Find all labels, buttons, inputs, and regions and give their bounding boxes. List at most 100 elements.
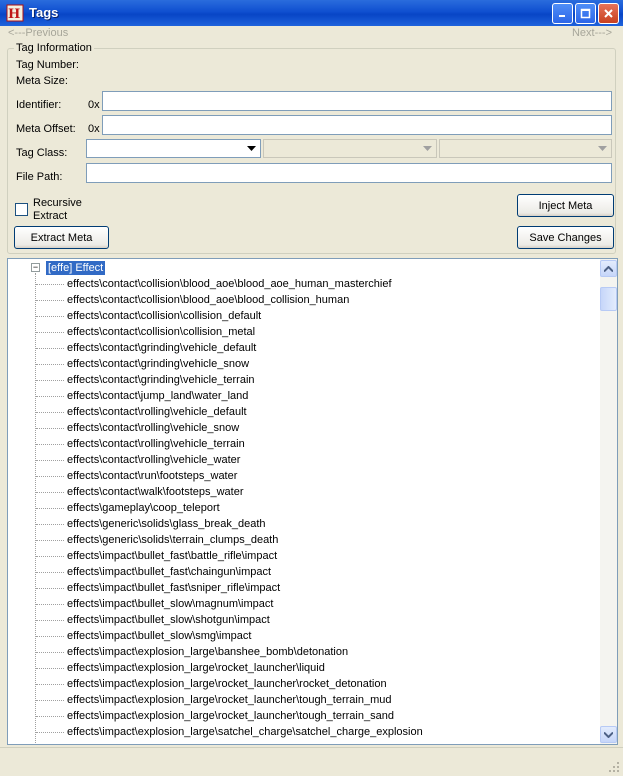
scroll-up-button[interactable]: [600, 260, 617, 277]
collapse-icon[interactable]: −: [31, 263, 40, 272]
tree-item-label[interactable]: effects\contact\rolling\vehicle_water: [67, 452, 240, 468]
meta-offset-label: Meta Offset:: [16, 123, 76, 135]
tag-subclass-combo-2[interactable]: [439, 139, 612, 158]
tree-item[interactable]: effects\contact\jump_land\water_land: [8, 388, 604, 404]
tree-item[interactable]: effects\impact\bullet_slow\smg\impact: [8, 628, 604, 644]
previous-link[interactable]: <---Previous: [8, 27, 68, 39]
extract-meta-button[interactable]: Extract Meta: [14, 226, 109, 249]
minimize-button[interactable]: [552, 3, 573, 24]
meta-offset-prefix: 0x: [88, 123, 100, 135]
identifier-field[interactable]: [102, 91, 612, 111]
tree-connector: [36, 716, 64, 717]
tree-item[interactable]: effects\contact\collision\collision_meta…: [8, 324, 604, 340]
tree-root-label[interactable]: [effe] Effect: [46, 261, 106, 275]
vertical-scrollbar[interactable]: [600, 259, 617, 744]
tree-item[interactable]: effects\generic\solids\terrain_clumps_de…: [8, 532, 604, 548]
tree-item[interactable]: effects\contact\rolling\vehicle_terrain: [8, 436, 604, 452]
tree-connector: [36, 284, 64, 285]
svg-text:H: H: [8, 7, 20, 22]
tree-item-label[interactable]: effects\contact\rolling\vehicle_terrain: [67, 436, 245, 452]
tree-item[interactable]: effects\contact\rolling\vehicle_snow: [8, 420, 604, 436]
tree-item-label[interactable]: effects\contact\rolling\vehicle_default: [67, 404, 247, 420]
tree-connector: [36, 732, 64, 733]
tree-item-label[interactable]: effects\impact\bullet_fast\chaingun\impa…: [67, 564, 271, 580]
tree-item-label[interactable]: effects\contact\collision\collision_meta…: [67, 324, 255, 340]
save-changes-button[interactable]: Save Changes: [517, 226, 614, 249]
tree-item[interactable]: effects\contact\rolling\vehicle_water: [8, 452, 604, 468]
tree-item-label[interactable]: effects\contact\collision\blood_aoe\bloo…: [67, 292, 349, 308]
tree-item-label[interactable]: effects\contact\collision\blood_aoe\bloo…: [67, 276, 392, 292]
tree-item-label[interactable]: effects\contact\jump_land\water_land: [67, 388, 248, 404]
tree-item-label[interactable]: effects\impact\explosion_large\rocket_la…: [67, 660, 325, 676]
tree-connector: [36, 652, 64, 653]
tree-item[interactable]: effects\impact\bullet_fast\sniper_rifle\…: [8, 580, 604, 596]
tree-item[interactable]: effects\impact\bullet_slow\shotgun\impac…: [8, 612, 604, 628]
tree-item-label[interactable]: effects\contact\grinding\vehicle_terrain: [67, 372, 255, 388]
tree-item[interactable]: effects\impact\explosion_large\satchel_c…: [8, 724, 604, 740]
file-path-label: File Path:: [16, 171, 63, 183]
tree-item-label[interactable]: effects\contact\collision\collision_defa…: [67, 308, 261, 324]
tree-item-label[interactable]: effects\contact\rolling\vehicle_snow: [67, 420, 239, 436]
meta-offset-field[interactable]: [102, 115, 612, 135]
tree-connector: [36, 428, 64, 429]
tree-item[interactable]: effects\impact\explosion_large\banshee_b…: [8, 644, 604, 660]
tree-item-label[interactable]: effects\contact\walk\footsteps_water: [67, 484, 244, 500]
tree-item-label[interactable]: effects\impact\bullet_slow\shotgun\impac…: [67, 612, 270, 628]
tags-window: H Tags <---Previous Next---> Tag Informa…: [0, 0, 623, 776]
tree-item[interactable]: effects\impact\explosion_large\rocket_la…: [8, 676, 604, 692]
tree-item[interactable]: effects\contact\grinding\vehicle_snow: [8, 356, 604, 372]
status-bar: [0, 747, 623, 776]
tag-class-combo[interactable]: [86, 139, 261, 158]
tree-item-label[interactable]: effects\impact\explosion_large\rocket_la…: [67, 692, 392, 708]
title-bar[interactable]: H Tags: [0, 0, 623, 26]
tree-item-label[interactable]: effects\contact\run\footsteps_water: [67, 468, 237, 484]
tree-item-label[interactable]: effects\contact\grinding\vehicle_snow: [67, 356, 249, 372]
tree-item-label[interactable]: effects\generic\solids\glass_break_death: [67, 516, 266, 532]
tree-item[interactable]: effects\impact\explosion_large\rocket_la…: [8, 692, 604, 708]
tree-item-label[interactable]: effects\impact\bullet_fast\sniper_rifle\…: [67, 580, 280, 596]
tree-item[interactable]: effects\impact\explosion_large\rocket_la…: [8, 660, 604, 676]
tree-item[interactable]: effects\contact\grinding\vehicle_terrain: [8, 372, 604, 388]
tree-item[interactable]: effects\contact\collision\collision_defa…: [8, 308, 604, 324]
tree-connector: [36, 444, 64, 445]
tree-item-label[interactable]: effects\contact\grinding\vehicle_default: [67, 340, 256, 356]
file-path-field[interactable]: [86, 163, 612, 183]
tree-item[interactable]: effects\gameplay\coop_teleport: [8, 500, 604, 516]
tag-tree[interactable]: − [effe] Effect effects\contact\collisio…: [7, 258, 618, 745]
close-icon: [604, 9, 613, 18]
tag-subclass-combo-1[interactable]: [263, 139, 437, 158]
tree-item[interactable]: effects\contact\collision\blood_aoe\bloo…: [8, 292, 604, 308]
maximize-button[interactable]: [575, 3, 596, 24]
tree-item[interactable]: effects\contact\walk\footsteps_water: [8, 484, 604, 500]
tree-connector: [36, 508, 64, 509]
inject-meta-button[interactable]: Inject Meta: [517, 194, 614, 217]
recursive-extract-checkbox[interactable]: [15, 203, 28, 216]
resize-grip-icon[interactable]: [608, 761, 620, 773]
tree-item[interactable]: effects\contact\run\footsteps_water: [8, 468, 604, 484]
tree-item[interactable]: effects\contact\grinding\vehicle_default: [8, 340, 604, 356]
tree-connector: [36, 460, 64, 461]
tree-item-label[interactable]: effects\impact\bullet_slow\magnum\impact: [67, 596, 273, 612]
tree-item[interactable]: effects\contact\rolling\vehicle_default: [8, 404, 604, 420]
tree-item[interactable]: effects\impact\explosion_large\rocket_la…: [8, 708, 604, 724]
tree-item-label[interactable]: effects\impact\bullet_slow\smg\impact: [67, 628, 251, 644]
tree-item-label[interactable]: effects\impact\explosion_large\banshee_b…: [67, 644, 348, 660]
tree-item-label[interactable]: effects\impact\explosion_large\satchel_c…: [67, 724, 423, 740]
tree-item[interactable]: effects\impact\bullet_slow\magnum\impact: [8, 596, 604, 612]
meta-size-label: Meta Size:: [16, 75, 68, 87]
close-button[interactable]: [598, 3, 619, 24]
tree-item-label[interactable]: effects\gameplay\coop_teleport: [67, 500, 220, 516]
tree-item-label[interactable]: effects\generic\solids\terrain_clumps_de…: [67, 532, 278, 548]
tree-item[interactable]: effects\impact\bullet_fast\battle_rifle\…: [8, 548, 604, 564]
tree-item[interactable]: effects\impact\bullet_fast\chaingun\impa…: [8, 564, 604, 580]
next-link[interactable]: Next--->: [572, 27, 612, 39]
tree-item[interactable]: effects\contact\collision\blood_aoe\bloo…: [8, 276, 604, 292]
tree-connector: [36, 540, 64, 541]
tree-item-label[interactable]: effects\impact\explosion_large\rocket_la…: [67, 676, 387, 692]
scroll-thumb[interactable]: [600, 287, 617, 311]
tree-item-label[interactable]: effects\impact\explosion_large\rocket_la…: [67, 708, 394, 724]
tree-item[interactable]: effects\generic\solids\glass_break_death: [8, 516, 604, 532]
tree-item-label[interactable]: effects\impact\bullet_fast\battle_rifle\…: [67, 548, 277, 564]
chevron-down-icon: [604, 731, 613, 738]
scroll-down-button[interactable]: [600, 726, 617, 743]
